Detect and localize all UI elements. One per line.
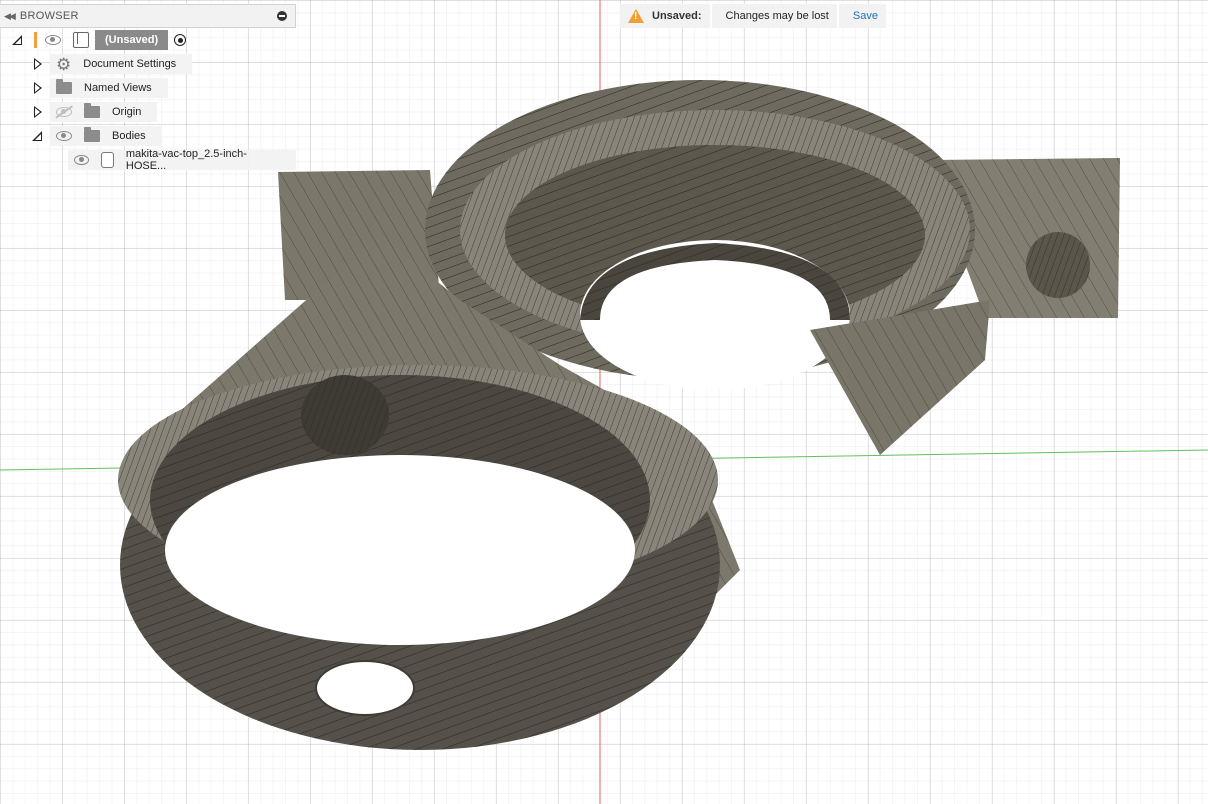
folder-icon: [84, 127, 100, 142]
tree-item-label: Origin: [112, 106, 142, 118]
collapse-panel-icon[interactable]: ◀◀: [4, 11, 16, 22]
body-icon: [101, 152, 114, 168]
tree-item-origin[interactable]: Origin: [0, 100, 296, 124]
browser-header: ◀◀ BROWSER: [0, 4, 296, 28]
activate-radio-icon[interactable]: [174, 34, 187, 46]
body-label: makita-vac-top_2.5-inch-HOSE...: [125, 148, 247, 172]
component-icon: [73, 32, 89, 48]
visibility-eye-icon[interactable]: [56, 131, 72, 141]
minimize-icon[interactable]: [277, 11, 287, 21]
tree-item-bodies[interactable]: Bodies: [0, 124, 296, 148]
banner-message: Changes may be lost: [725, 10, 829, 22]
tree-item-label: Document Settings: [83, 58, 177, 70]
tree-item-label: Named Views: [84, 82, 152, 94]
gear-icon: ⚙: [56, 54, 72, 74]
browser-panel: ◀◀ BROWSER (Unsaved) ⚙ Document Settings…: [0, 4, 296, 172]
3d-model-body[interactable]: [118, 80, 1120, 750]
expand-toggle-icon[interactable]: [12, 35, 22, 45]
tree-root-row[interactable]: (Unsaved): [0, 28, 296, 52]
visibility-eye-icon[interactable]: [45, 35, 61, 45]
banner-title: Unsaved:: [652, 10, 702, 22]
browser-title: BROWSER: [19, 10, 79, 22]
visibility-eye-icon[interactable]: [74, 155, 90, 165]
hidden-eye-icon[interactable]: [56, 107, 72, 117]
tree-item-named-views[interactable]: Named Views: [0, 76, 296, 100]
expand-toggle-icon[interactable]: [34, 106, 42, 118]
unsaved-banner: Unsaved: Changes may be lost Save: [620, 4, 886, 28]
save-button[interactable]: Save: [853, 10, 878, 22]
tree-item-body[interactable]: makita-vac-top_2.5-inch-HOSE...: [0, 148, 296, 172]
collapse-toggle-icon[interactable]: [32, 131, 42, 141]
folder-icon: [56, 79, 72, 94]
tree-item-label: Bodies: [112, 130, 146, 142]
root-component-label[interactable]: (Unsaved): [95, 30, 169, 50]
expand-toggle-icon[interactable]: [34, 82, 42, 94]
tree-item-document-settings[interactable]: ⚙ Document Settings: [0, 52, 296, 76]
warning-icon: [628, 9, 644, 23]
expand-toggle-icon[interactable]: [34, 58, 42, 70]
folder-icon: [84, 103, 100, 118]
active-indicator: [34, 32, 37, 48]
